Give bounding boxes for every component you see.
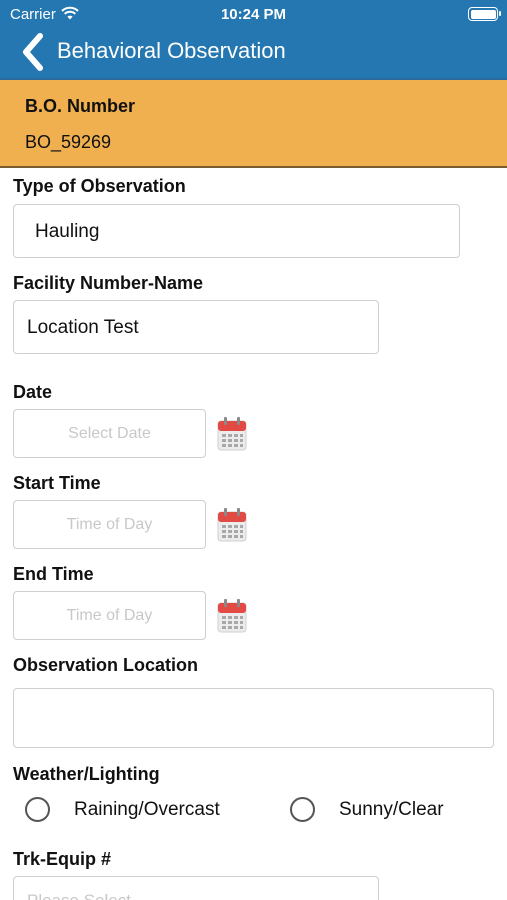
trk-equip-select[interactable]: Please Select	[13, 876, 379, 900]
chevron-left-icon[interactable]	[18, 32, 48, 72]
trk-equip-placeholder: Please Select	[27, 891, 131, 900]
type-of-observation-field[interactable]: Hauling	[13, 204, 460, 258]
observation-location-field[interactable]	[13, 688, 494, 748]
start-time-placeholder: Time of Day	[66, 516, 153, 533]
end-time-placeholder: Time of Day	[66, 607, 153, 624]
facility-label: Facility Number-Name	[13, 273, 204, 293]
radio-raining-overcast[interactable]	[25, 797, 50, 822]
observation-location-label: Observation Location	[13, 655, 199, 675]
bo-number-panel: B.O. Number BO_59269	[0, 78, 507, 168]
calendar-icon[interactable]	[217, 599, 247, 633]
date-label: Date	[13, 382, 53, 402]
date-placeholder: Select Date	[68, 425, 151, 442]
bo-number-value: BO_59269	[25, 132, 112, 152]
radio-label-raining-overcast: Raining/Overcast	[74, 799, 220, 820]
battery-icon	[468, 7, 501, 21]
end-time-label: End Time	[13, 564, 94, 584]
calendar-icon[interactable]	[217, 508, 247, 542]
start-time-label: Start Time	[13, 473, 101, 493]
navigation-bar: Behavioral Observation	[0, 28, 507, 78]
weather-lighting-label: Weather/Lighting	[13, 764, 160, 784]
date-input[interactable]: Select Date	[13, 409, 206, 458]
bo-number-label: B.O. Number	[25, 96, 136, 116]
page-title: Behavioral Observation	[57, 38, 286, 63]
type-of-observation-label: Type of Observation	[13, 176, 186, 196]
trk-equip-label: Trk-Equip #	[13, 849, 112, 869]
start-time-input[interactable]: Time of Day	[13, 500, 206, 549]
clock: 10:24 PM	[220, 6, 287, 23]
radio-label-sunny-clear: Sunny/Clear	[339, 799, 444, 820]
type-of-observation-value: Hauling	[35, 221, 100, 242]
facility-value: Location Test	[27, 317, 139, 338]
end-time-input[interactable]: Time of Day	[13, 591, 206, 640]
facility-field[interactable]: Location Test	[13, 300, 379, 354]
calendar-icon[interactable]	[217, 417, 247, 451]
radio-sunny-clear[interactable]	[290, 797, 315, 822]
status-bar: Carrier 10:24 PM	[0, 0, 507, 28]
